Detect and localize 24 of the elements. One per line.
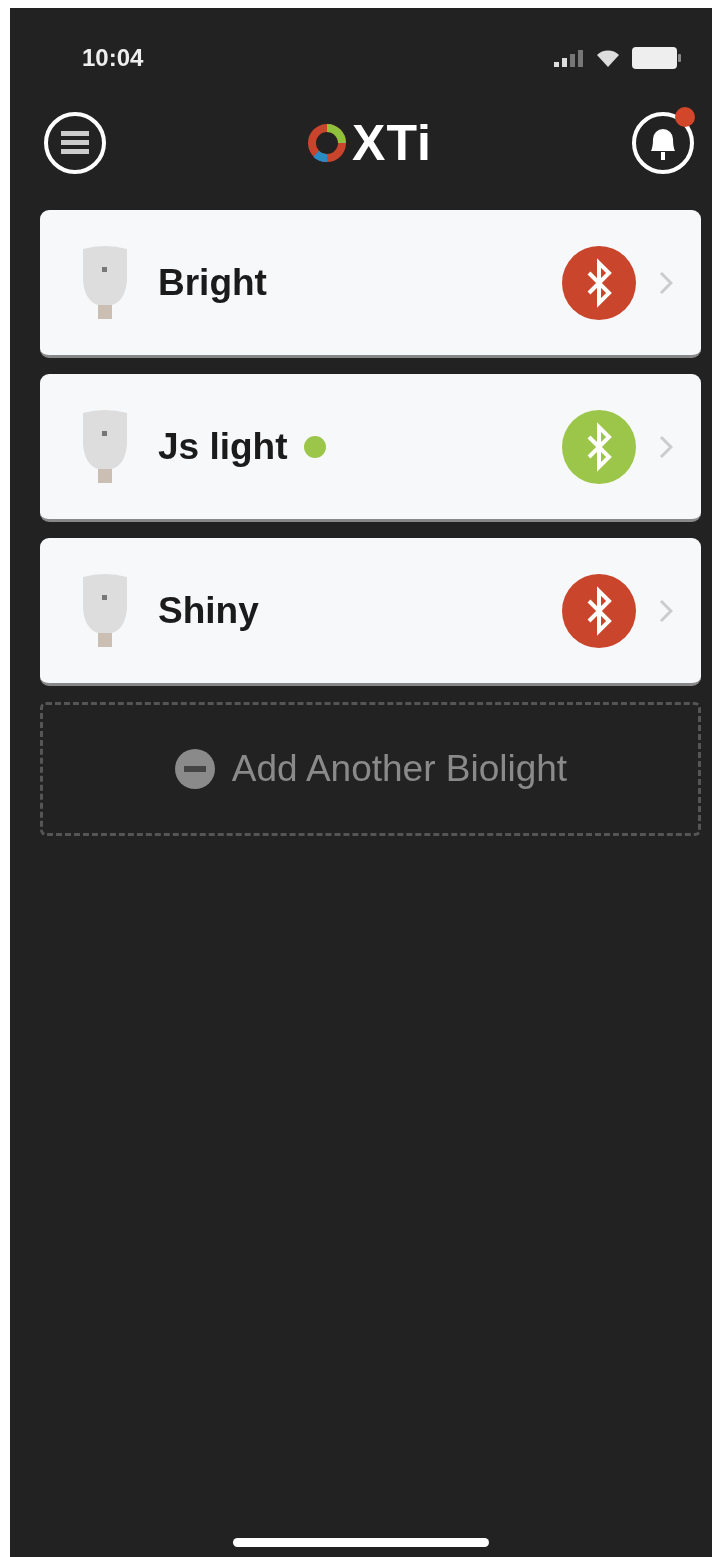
add-device-button[interactable]: Add Another Biolight [40,702,701,836]
bell-icon [631,111,695,175]
status-time: 10:04 [82,44,145,72]
chevron-icon [659,598,673,623]
device-name: Bright [158,261,267,304]
bluetooth-icon[interactable] [561,572,637,649]
bulb-icon [80,572,130,649]
signal-icon [554,49,584,67]
device-card[interactable]: Bright [40,210,701,358]
battery-icon [632,47,682,69]
wifi-icon [596,49,620,67]
menu-icon[interactable] [43,111,107,175]
bulb-icon [80,408,130,485]
device-name: Js light [158,425,288,468]
logo-icon [306,122,349,164]
device-card[interactable]: Js light [40,374,701,522]
chevron-icon [659,270,673,295]
bluetooth-icon[interactable] [561,244,637,321]
logo-text: XTi [352,114,432,172]
minus-circle-icon [173,748,216,790]
chevron-icon [659,434,673,459]
device-card[interactable]: Shiny [40,538,701,686]
device-name: Shiny [158,589,259,632]
bulb-icon [80,244,130,321]
